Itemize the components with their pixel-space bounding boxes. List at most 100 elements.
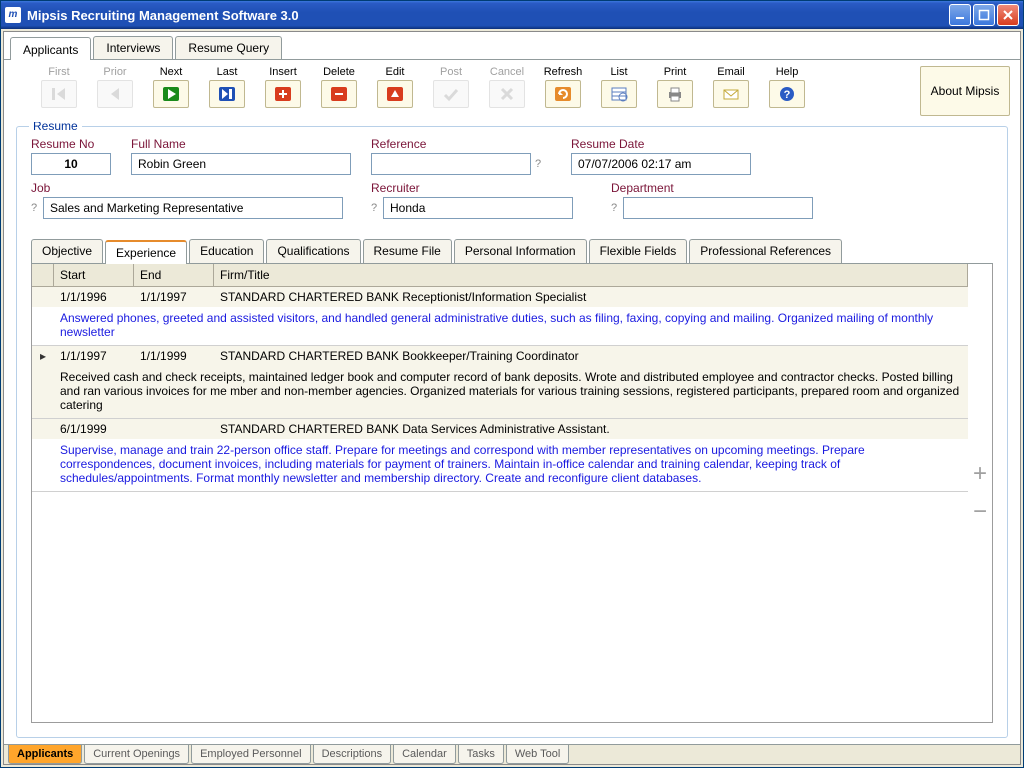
toolbar-next[interactable]: Next [146,66,196,116]
toolbar-print[interactable]: Print [650,66,700,116]
prior-label: Prior [103,66,126,78]
nav-next-icon [153,80,189,108]
col-start[interactable]: Start [54,264,134,286]
department-input[interactable] [623,197,813,219]
cell-end: 1/1/1997 [134,287,214,307]
job-input[interactable] [43,197,343,219]
toolbar-delete[interactable]: Delete [314,66,364,116]
bottom-tab-web-tool[interactable]: Web Tool [506,745,569,764]
toolbar-prior: Prior [90,66,140,116]
top-tab-resume-query[interactable]: Resume Query [175,36,282,59]
full-name-input[interactable] [131,153,351,175]
table-row[interactable]: 6/1/1999 STANDARD CHARTERED BANK Data Se… [32,419,968,439]
full-name-label: Full Name [131,137,361,151]
toolbar-edit[interactable]: Edit [370,66,420,116]
maximize-button[interactable] [973,4,995,26]
minus-icon [321,80,357,108]
col-firm[interactable]: Firm/Title [214,264,968,286]
email-label: Email [717,66,745,78]
bottom-tab-descriptions[interactable]: Descriptions [313,745,392,764]
experience-grid-wrap: Start End Firm/Title 1/1/1996 1/1/1997 S… [31,264,993,723]
department-label: Department [611,181,841,195]
minimize-button[interactable] [949,4,971,26]
cell-firm: STANDARD CHARTERED BANK Bookkeeper/Train… [214,346,968,366]
app-window: m Mipsis Recruiting Management Software … [0,0,1024,768]
resume-no-input[interactable] [31,153,111,175]
cell-start: 1/1/1996 [54,287,134,307]
top-tab-applicants[interactable]: Applicants [10,37,91,60]
resume-no-label: Resume No [31,137,121,151]
cancel-label: Cancel [490,66,524,78]
about-button[interactable]: About Mipsis [920,66,1010,116]
table-row[interactable]: ▸ 1/1/1997 1/1/1999 STANDARD CHARTERED B… [32,346,968,366]
department-help-icon[interactable]: ? [611,202,619,214]
job-help-icon[interactable]: ? [31,202,39,214]
toolbar-cancel: Cancel [482,66,532,116]
experience-grid[interactable]: Start End Firm/Title 1/1/1996 1/1/1997 S… [32,264,968,722]
resume-date-input[interactable] [571,153,751,175]
edit-label: Edit [386,66,405,78]
reference-help-icon[interactable]: ? [535,158,543,170]
tab-flexible-fields[interactable]: Flexible Fields [589,239,688,263]
reference-input[interactable] [371,153,531,175]
group-legend: Resume [29,122,82,133]
help-icon: ? [769,80,805,108]
toolbar-help[interactable]: Help? [762,66,812,116]
tab-experience[interactable]: Experience [105,240,187,264]
toolbar: First Prior Next Last Insert Delete Edit Post Ca… [4,60,1020,122]
remove-row-button[interactable]: − [973,498,987,526]
refresh-label: Refresh [544,66,583,78]
row-description: Answered phones, greeted and assisted vi… [32,307,968,345]
tab-professional-references[interactable]: Professional References [689,239,842,263]
grid-side-buttons: + − [968,264,992,722]
top-tab-interviews[interactable]: Interviews [93,36,173,59]
post-label: Post [440,66,462,78]
row-description: Received cash and check receipts, mainta… [32,366,968,418]
tab-resume-file[interactable]: Resume File [363,239,452,263]
toolbar-post: Post [426,66,476,116]
nav-last-icon [209,80,245,108]
nav-prior-icon [97,80,133,108]
close-button[interactable] [997,4,1019,26]
tab-objective[interactable]: Objective [31,239,103,263]
delete-label: Delete [323,66,355,78]
cell-firm: STANDARD CHARTERED BANK Data Services Ad… [214,419,968,439]
recruiter-help-icon[interactable]: ? [371,202,379,214]
cell-end: 1/1/1999 [134,346,214,366]
toolbar-email[interactable]: Email [706,66,756,116]
bottom-tab-calendar[interactable]: Calendar [393,745,456,764]
toolbar-refresh[interactable]: Refresh [538,66,588,116]
inner-tabs: ObjectiveExperienceEducationQualificatio… [31,239,993,264]
recruiter-label: Recruiter [371,181,601,195]
bottom-tab-current-openings[interactable]: Current Openings [84,745,189,764]
nav-first-icon [41,80,77,108]
toolbar-last[interactable]: Last [202,66,252,116]
tab-personal-information[interactable]: Personal Information [454,239,587,263]
first-label: First [48,66,69,78]
svg-text:?: ? [784,89,791,101]
bottom-tab-tasks[interactable]: Tasks [458,745,504,764]
help-label: Help [776,66,799,78]
bottom-tab-applicants[interactable]: Applicants [8,745,82,764]
col-end[interactable]: End [134,264,214,286]
last-label: Last [217,66,238,78]
cell-firm: STANDARD CHARTERED BANK Receptionist/Inf… [214,287,968,307]
toolbar-insert[interactable]: Insert [258,66,308,116]
print-icon [657,80,693,108]
recruiter-input[interactable] [383,197,573,219]
table-row[interactable]: 1/1/1996 1/1/1997 STANDARD CHARTERED BAN… [32,287,968,307]
bottom-tabs: ApplicantsCurrent OpeningsEmployed Perso… [4,744,1020,764]
add-row-button[interactable]: + [973,460,987,488]
tab-education[interactable]: Education [189,239,264,263]
tab-qualifications[interactable]: Qualifications [266,239,360,263]
refresh-icon [545,80,581,108]
edit-icon [377,80,413,108]
job-label: Job [31,181,361,195]
cell-start: 6/1/1999 [54,419,134,439]
post-icon [433,80,469,108]
bottom-tab-employed-personnel[interactable]: Employed Personnel [191,745,311,764]
resume-date-label: Resume Date [571,137,771,151]
list-icon [601,80,637,108]
toolbar-list[interactable]: List [594,66,644,116]
row-indicator-icon [32,419,54,439]
